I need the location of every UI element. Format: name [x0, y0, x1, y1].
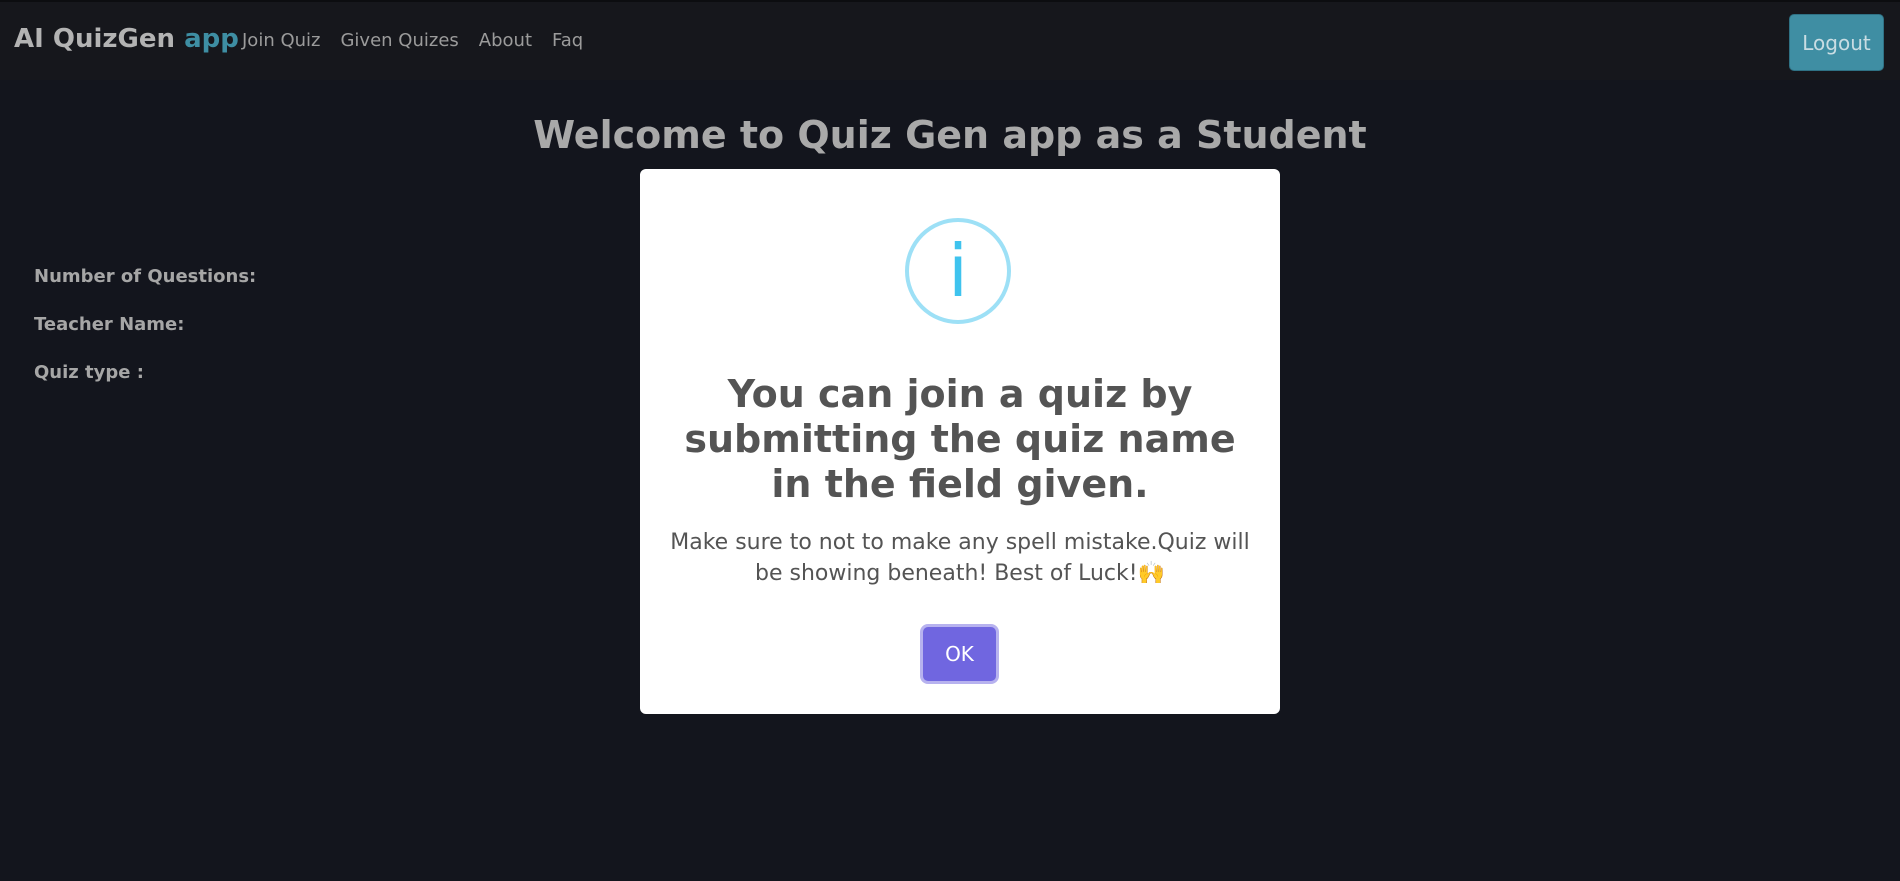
modal-text: Make sure to not to make any spell mista… — [670, 530, 1250, 586]
page: AI QuizGen app Join Quiz Given Quizes Ab… — [0, 0, 1900, 881]
modal-title: You can join a quiz by submitting the qu… — [684, 372, 1236, 506]
ok-button[interactable]: OK — [923, 627, 996, 681]
modal-overlay: i You can join a quiz by submitting the … — [0, 0, 1900, 881]
info-modal: i You can join a quiz by submitting the … — [640, 169, 1280, 714]
info-icon: i — [905, 218, 1011, 324]
info-icon-glyph: i — [947, 229, 968, 313]
